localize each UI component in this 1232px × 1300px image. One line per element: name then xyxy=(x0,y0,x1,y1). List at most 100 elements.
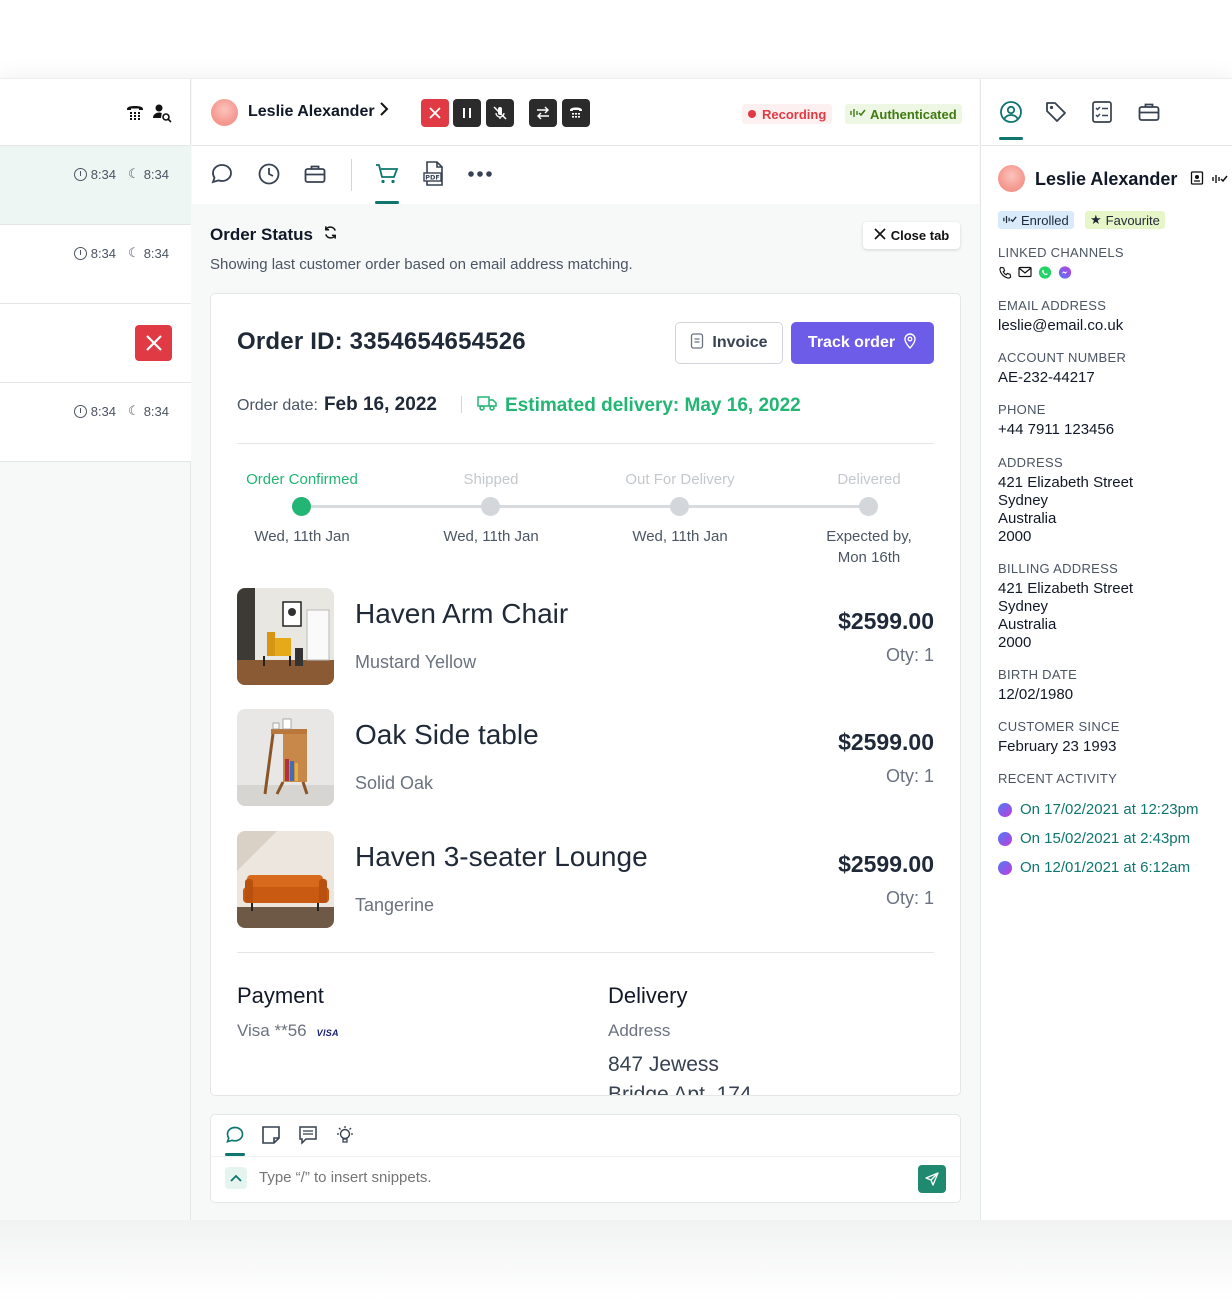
active-tab-indicator xyxy=(999,137,1023,140)
close-conversation-button[interactable] xyxy=(135,325,172,361)
pdf-file-icon[interactable]: PDF xyxy=(421,161,447,187)
delivery-truck-icon xyxy=(477,394,497,418)
avatar[interactable] xyxy=(211,99,238,126)
account-number-value: AE-232-44217 xyxy=(998,369,1095,386)
divider xyxy=(461,396,462,413)
order-date-label: Order date: xyxy=(237,397,318,414)
moon-icon: ☾ xyxy=(128,166,140,181)
activity-item[interactable]: On 12/01/2021 at 6:12am xyxy=(998,859,1190,876)
lightbulb-icon[interactable] xyxy=(333,1123,357,1147)
briefcase-icon[interactable] xyxy=(302,161,328,187)
step-date: Expected by, Mon 16th xyxy=(794,526,944,568)
phone-value: +44 7911 123456 xyxy=(998,421,1115,438)
order-card: Order ID: 3354654654526 Invoice Track or… xyxy=(210,293,961,1096)
product-variant: Tangerine xyxy=(355,895,435,915)
tag-icon[interactable] xyxy=(1043,99,1069,125)
note-icon[interactable] xyxy=(259,1123,283,1147)
phone-label: PHONE xyxy=(998,402,1046,417)
activity-item[interactable]: On 15/02/2021 at 2:43pm xyxy=(998,830,1190,847)
recording-badge: Recording xyxy=(742,104,833,124)
customer-since-value: February 23 1993 xyxy=(998,738,1117,755)
canned-response-icon[interactable] xyxy=(296,1123,320,1147)
customer-profile-icon[interactable] xyxy=(998,99,1024,125)
message-input[interactable] xyxy=(259,1169,859,1186)
email-icon[interactable] xyxy=(1018,265,1032,279)
clock-icon xyxy=(73,246,87,260)
checklist-icon[interactable] xyxy=(1089,99,1115,125)
clock-icon xyxy=(73,404,87,418)
close-tab-button[interactable]: Close tab xyxy=(863,222,960,249)
product-name: Oak Side table xyxy=(355,719,539,750)
star-icon: ★ xyxy=(1090,212,1102,227)
conversation-item[interactable] xyxy=(0,304,191,383)
expand-composer-button[interactable] xyxy=(225,1167,247,1189)
phone-icon[interactable] xyxy=(998,265,1012,279)
invoice-button[interactable]: Invoice xyxy=(675,322,783,364)
activity-item[interactable]: On 17/02/2021 at 12:23pm xyxy=(998,801,1198,818)
divider xyxy=(237,952,934,953)
context-toolbar: PDF xyxy=(192,146,979,204)
address-value: 421 Elizabeth Street Sydney Australia 20… xyxy=(998,474,1133,546)
reply-chat-icon[interactable] xyxy=(223,1123,247,1147)
activity-link[interactable]: On 15/02/2021 at 2:43pm xyxy=(1020,830,1190,847)
product-quantity: Oty: 1 xyxy=(885,888,934,908)
messenger-icon[interactable] xyxy=(1058,265,1072,279)
conversation-item[interactable]: 8:34 ☾ 8:34 xyxy=(0,383,191,462)
step-label-out-for-delivery: Out For Delivery xyxy=(625,471,735,488)
linked-channels-label: LINKED CHANNELS xyxy=(998,245,1124,260)
dialpad-phone-icon[interactable] xyxy=(123,101,147,125)
contact-name[interactable]: Leslie Alexander xyxy=(248,103,375,121)
order-status-heading: Order Status xyxy=(210,225,338,245)
chevron-right-icon[interactable] xyxy=(378,101,390,122)
activity-link[interactable]: On 12/01/2021 at 6:12am xyxy=(1020,859,1190,876)
activity-link[interactable]: On 17/02/2021 at 12:23pm xyxy=(1020,801,1198,818)
transfer-button[interactable] xyxy=(529,99,557,127)
toolbar-divider xyxy=(351,159,352,191)
refresh-icon[interactable] xyxy=(323,225,338,245)
account-number-label: ACCOUNT NUMBER xyxy=(998,350,1127,365)
authenticated-label: Authenticated xyxy=(870,106,957,122)
payment-method-text: Visa **56 xyxy=(237,1021,307,1040)
address-line: 2000 xyxy=(998,634,1032,651)
conversation-snooze-time: 8:34 xyxy=(143,166,169,182)
id-card-icon[interactable] xyxy=(1190,171,1207,188)
address-line: 421 Elizabeth Street xyxy=(998,474,1134,491)
track-order-label: Track order xyxy=(807,334,896,351)
call-header: Leslie Alexander Recording Authenticated xyxy=(192,79,979,146)
invoice-label: Invoice xyxy=(712,334,768,351)
send-button[interactable] xyxy=(918,1165,946,1193)
end-call-button[interactable] xyxy=(421,99,449,127)
customer-panel: Leslie Alexander Enrolled ★ Favourite LI… xyxy=(980,79,1232,1221)
messenger-icon xyxy=(998,831,1012,846)
birth-date-label: BIRTH DATE xyxy=(998,667,1078,682)
whatsapp-icon[interactable] xyxy=(1038,265,1052,279)
conversation-snooze-time: 8:34 xyxy=(143,403,169,419)
product-variant: Solid Oak xyxy=(355,773,434,793)
contact-search-icon[interactable] xyxy=(150,101,174,125)
customer-name: Leslie Alexander xyxy=(1035,169,1178,189)
clock-icon xyxy=(73,167,87,181)
conversation-item[interactable]: 8:34 ☾ 8:34 xyxy=(0,225,191,304)
close-icon xyxy=(874,228,886,243)
keypad-button[interactable] xyxy=(562,99,590,127)
delivery-address-label: Address xyxy=(608,1021,671,1040)
conversation-item[interactable]: 8:34 ☾ 8:34 xyxy=(0,146,191,225)
moon-icon: ☾ xyxy=(128,403,140,418)
more-options-icon[interactable] xyxy=(467,161,493,187)
linked-channels xyxy=(998,265,1072,279)
track-order-button[interactable]: Track order xyxy=(791,322,934,364)
history-clock-icon[interactable] xyxy=(256,161,282,187)
shopping-cart-icon[interactable] xyxy=(374,161,400,187)
hold-button[interactable] xyxy=(453,99,481,127)
location-pin-icon xyxy=(903,332,917,354)
recording-label: Recording xyxy=(762,106,827,122)
order-status-subtitle: Showing last customer order based on ema… xyxy=(210,256,633,273)
messenger-icon xyxy=(998,802,1012,817)
briefcase-icon[interactable] xyxy=(1136,99,1162,125)
customer-panel-tabs xyxy=(981,79,1232,146)
step-date-line: Expected by, xyxy=(826,528,912,545)
product-image-arm-chair xyxy=(237,588,334,685)
mute-button[interactable] xyxy=(486,99,514,127)
chat-bubble-icon[interactable] xyxy=(209,161,235,187)
product-name: Haven Arm Chair xyxy=(355,598,569,629)
